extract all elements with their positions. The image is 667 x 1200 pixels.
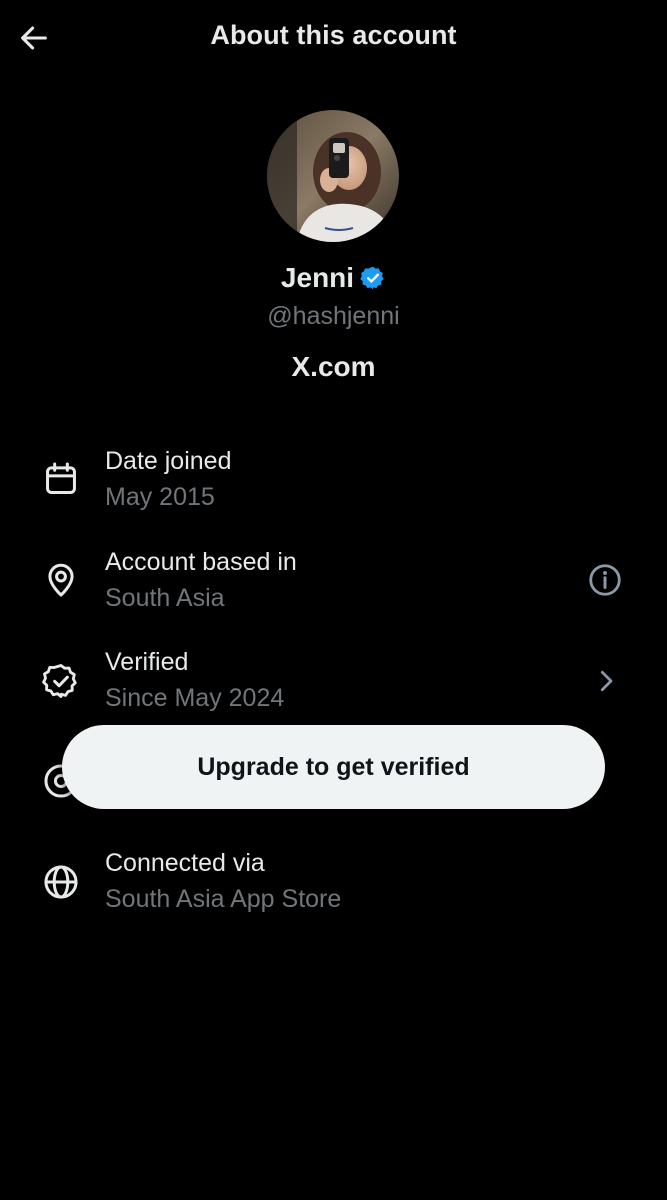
name-row: Jenni — [0, 262, 667, 294]
row-value: Since May 2024 — [105, 684, 285, 712]
row-account-based-in: Account based in South Asia — [0, 545, 667, 625]
handle: @hashjenni — [267, 302, 400, 330]
avatar[interactable] — [267, 110, 399, 242]
row-label: Date joined — [105, 447, 232, 475]
upgrade-verified-button[interactable]: Upgrade to get verified — [62, 725, 605, 809]
top-bar: About this account — [0, 0, 667, 76]
verified-badge-icon[interactable] — [360, 265, 386, 291]
row-date-joined: Date joined May 2015 — [0, 444, 667, 524]
row-verified[interactable]: Verified Since May 2024 — [0, 645, 667, 725]
info-icon — [589, 564, 621, 596]
globe-icon — [44, 865, 78, 899]
info-button[interactable] — [585, 560, 625, 600]
row-value: May 2015 — [105, 483, 215, 511]
verified-chevron[interactable] — [586, 661, 626, 701]
row-value: South Asia — [105, 584, 225, 612]
site-label: X.com — [291, 351, 376, 382]
display-name: Jenni — [280, 262, 355, 293]
calendar-icon — [46, 462, 76, 494]
row-label: Connected via — [105, 849, 265, 877]
row-label: Account based in — [105, 548, 297, 576]
row-connected-via: Connected via South Asia App Store — [0, 846, 667, 926]
page-title: About this account — [210, 20, 457, 50]
location-pin-icon — [48, 563, 74, 597]
verified-check-icon — [42, 664, 77, 698]
profile-photo — [267, 110, 399, 242]
row-label: Verified — [105, 648, 189, 676]
chevron-right-icon — [600, 670, 613, 692]
row-value: South Asia App Store — [105, 885, 342, 913]
